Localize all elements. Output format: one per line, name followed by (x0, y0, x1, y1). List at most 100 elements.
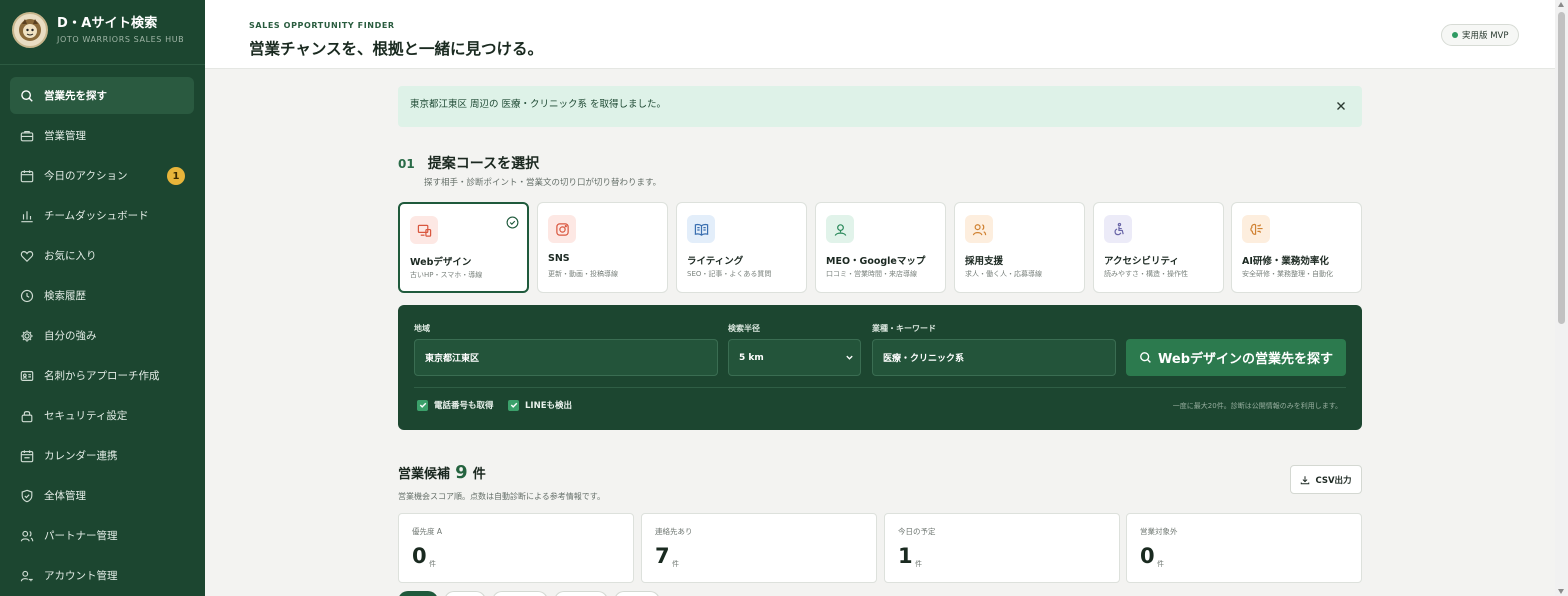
sidebar-item-label: 営業管理 (44, 130, 86, 142)
checkbox-checked-icon (417, 399, 428, 411)
sidebar-item-favorites[interactable]: お気に入り (10, 237, 194, 274)
course-card-writing[interactable]: ライティング SEO・記事・よくある質問 (676, 202, 807, 293)
course-subtitle: 読みやすさ・構造・操作性 (1104, 270, 1188, 278)
phone-option-label: 電話番号も取得 (434, 401, 494, 411)
scroll-down-icon[interactable] (1558, 589, 1564, 594)
accessibility-icon (1104, 215, 1132, 243)
sidebar-item-admin[interactable]: 全体管理 (10, 477, 194, 514)
sidebar-item-search-history[interactable]: 検索履歴 (10, 277, 194, 314)
stat-label: 営業対象外 (1140, 527, 1178, 536)
stat-label: 今日の予定 (898, 527, 936, 536)
line-option-label: LINEも検出 (525, 401, 572, 411)
scroll-up-icon[interactable] (1558, 2, 1564, 7)
course-subtitle: SEO・記事・よくある質問 (687, 270, 772, 278)
stat-card-excluded: 営業対象外 0 件 (1126, 513, 1362, 583)
page-scrollbar[interactable] (1555, 0, 1568, 596)
notification-badge: 1 (167, 167, 185, 185)
stat-card-today-schedule: 今日の予定 1 件 (884, 513, 1120, 583)
stat-value: 0 (412, 544, 427, 568)
line-option-checkbox[interactable]: LINEも検出 (508, 399, 572, 411)
filter-tab[interactable] (614, 591, 660, 596)
area-input[interactable]: 東京都江東区 (414, 339, 718, 376)
bar-chart-icon (20, 209, 34, 223)
sidebar-item-label: アカウント管理 (44, 570, 118, 582)
section-title: 提案コースを選択 (427, 156, 540, 172)
sidebar-item-label: チームダッシュボード (44, 210, 149, 222)
filter-tab[interactable] (444, 591, 486, 596)
sidebar-item-today-actions[interactable]: 今日のアクション 1 (10, 157, 194, 194)
sidebar-item-account-management[interactable]: アカウント管理 (10, 557, 194, 594)
course-name: アクセシビリティ (1104, 256, 1179, 267)
results-unit: 件 (472, 467, 486, 482)
sidebar-item-partner-management[interactable]: パートナー管理 (10, 517, 194, 554)
sidebar-divider (0, 64, 205, 65)
notice-text: 東京都江東区 周辺の 医療・クリニック系 を取得しました。 (410, 99, 667, 110)
course-subtitle: 求人・働く人・応募導線 (965, 270, 1042, 278)
filter-tab[interactable] (398, 591, 438, 596)
scroll-thumb[interactable] (1558, 12, 1565, 324)
checkbox-checked-icon (508, 399, 519, 411)
stat-label: 優先度 A (412, 527, 443, 536)
course-name: Webデザイン (410, 257, 472, 268)
course-card-recruiting[interactable]: 採用支援 求人・働く人・応募導線 (954, 202, 1085, 293)
sidebar-item-security-settings[interactable]: セキュリティ設定 (10, 397, 194, 434)
sidebar-item-label: 今日のアクション (44, 170, 128, 182)
area-label: 地域 (414, 324, 430, 333)
course-card-meo[interactable]: MEO・Googleマップ 口コミ・営業時間・来店導線 (815, 202, 946, 293)
course-card-sns[interactable]: SNS 更新・動画・投稿導線 (537, 202, 668, 293)
course-subtitle: 安全研修・業務整理・自動化 (1242, 270, 1333, 278)
filter-tab[interactable] (554, 591, 608, 596)
download-icon (1301, 475, 1310, 484)
course-card-accessibility[interactable]: アクセシビリティ 読みやすさ・構造・操作性 (1093, 202, 1224, 293)
course-card-web-design[interactable]: Webデザイン 古いHP・スマホ・導線 (398, 202, 529, 293)
sidebar-item-business-card-approach[interactable]: 名刺からアプローチ作成 (10, 357, 194, 394)
stat-value: 0 (1140, 544, 1155, 568)
filter-tab[interactable] (492, 591, 548, 596)
stat-unit: 件 (915, 560, 922, 568)
course-card-ai-training[interactable]: AI研修・業務効率化 安全研修・業務整理・自動化 (1231, 202, 1362, 293)
map-pin-icon (826, 215, 854, 243)
course-name: MEO・Googleマップ (826, 256, 926, 267)
csv-export-button[interactable]: CSV出力 (1290, 465, 1362, 494)
status-dot-icon (1452, 32, 1458, 38)
stat-unit: 件 (672, 560, 679, 568)
page-title: 営業チャンスを、根拠と一緒に見つける。 (249, 40, 544, 58)
keyword-input[interactable]: 医療・クリニック系 (872, 339, 1116, 376)
course-subtitle: 更新・動画・投稿導線 (548, 270, 618, 278)
lock-icon (20, 409, 34, 423)
people-icon (965, 215, 993, 243)
search-submit-button[interactable]: Webデザインの営業先を探す (1126, 339, 1346, 376)
user-key-icon (20, 569, 34, 583)
close-icon[interactable] (1334, 98, 1348, 112)
shield-icon (20, 489, 34, 503)
results-title: 営業候補 (398, 467, 451, 482)
sidebar-item-label: 営業先を探す (44, 90, 107, 102)
success-notice: 東京都江東区 周辺の 医療・クリニック系 を取得しました。 (398, 86, 1362, 127)
clock-icon (20, 289, 34, 303)
sidebar-item-find-leads[interactable]: 営業先を探す (10, 77, 194, 114)
brand-title: D・Aサイト検索 (57, 16, 158, 31)
keyword-label: 業種・キーワード (872, 324, 936, 333)
sidebar-item-label: セキュリティ設定 (44, 410, 128, 422)
users-icon (20, 529, 34, 543)
calendar-icon (20, 169, 34, 183)
stat-value: 7 (655, 544, 670, 568)
radius-select[interactable]: 5 km (728, 339, 861, 376)
stat-card-priority-a: 優先度 A 0 件 (398, 513, 634, 583)
search-note: 一度に最大20件。診断は公開情報のみを利用します。 (1172, 402, 1342, 410)
sidebar-item-label: お気に入り (44, 250, 97, 262)
phone-option-checkbox[interactable]: 電話番号も取得 (417, 399, 494, 411)
version-badge: 実用版 MVP (1441, 24, 1520, 46)
search-button-label: Webデザインの営業先を探す (1158, 352, 1333, 367)
sidebar-item-sales-management[interactable]: 営業管理 (10, 117, 194, 154)
search-icon (20, 89, 34, 103)
section-number: 01 (398, 157, 415, 171)
course-subtitle: 口コミ・営業時間・来店導線 (826, 270, 917, 278)
course-subtitle: 古いHP・スマホ・導線 (410, 271, 483, 279)
sidebar-item-my-strengths[interactable]: 自分の強み (10, 317, 194, 354)
radius-value: 5 km (739, 352, 764, 363)
brand[interactable]: D・Aサイト検索 JOTO WARRIORS SALES HUB (12, 12, 184, 48)
sidebar-item-team-dashboard[interactable]: チームダッシュボード (10, 197, 194, 234)
course-name: 採用支援 (965, 256, 1004, 267)
sidebar-item-calendar-sync[interactable]: カレンダー連携 (10, 437, 194, 474)
